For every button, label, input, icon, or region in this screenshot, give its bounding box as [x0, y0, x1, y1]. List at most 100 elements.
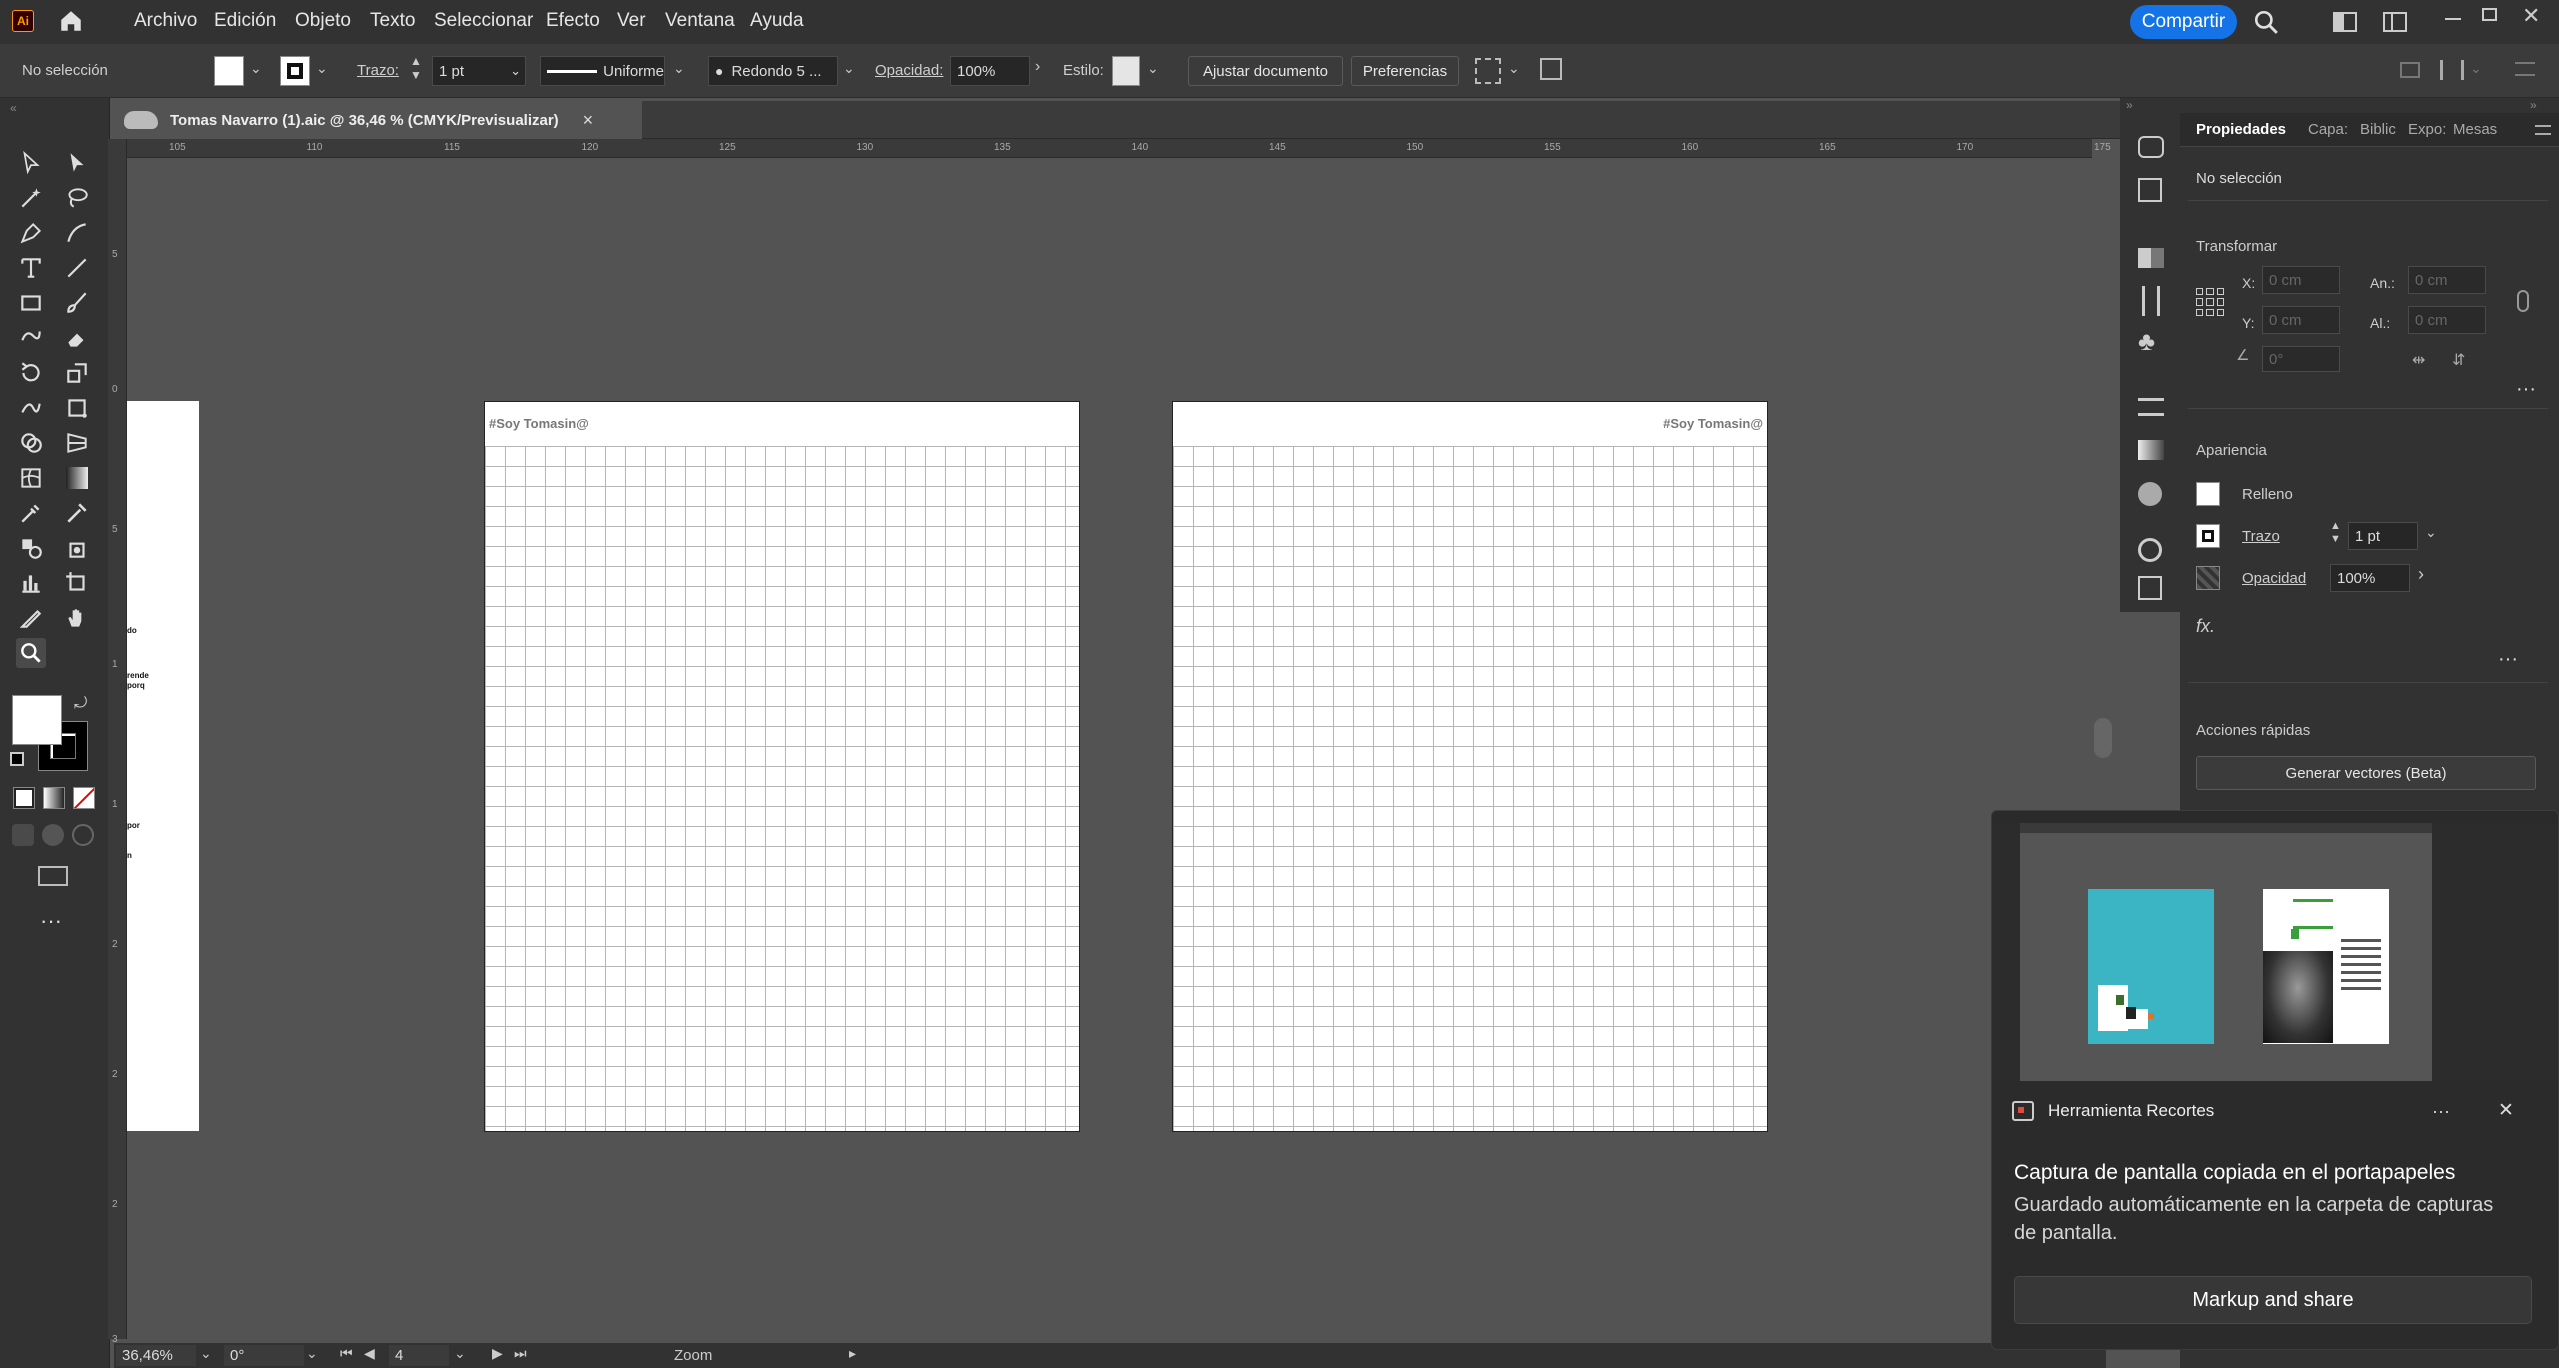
snipping-tool-notification[interactable]: Herramienta Recortes ··· ✕ Captura de pa… — [1991, 810, 2559, 1350]
draw-inside-icon[interactable] — [72, 824, 94, 846]
chevron-down-icon[interactable]: ⌄ — [316, 60, 328, 77]
tab-properties[interactable]: Propiedades — [2196, 121, 2286, 138]
artboard-number-field[interactable]: 4 — [389, 1345, 449, 1366]
eraser-icon[interactable] — [62, 323, 92, 353]
tab-layers[interactable]: Capa: — [2308, 121, 2348, 138]
selection-tool-icon[interactable] — [16, 148, 46, 178]
zoom-tool-icon[interactable] — [16, 638, 46, 668]
lasso-icon[interactable] — [62, 183, 92, 213]
toast-close-icon[interactable]: ✕ — [2498, 1099, 2514, 1122]
tab-artboards[interactable]: Mesas — [2453, 121, 2497, 138]
last-artboard-icon[interactable]: ⏭ — [514, 1345, 527, 1362]
more-tools-icon[interactable]: ··· — [40, 908, 62, 934]
rotate-tool-icon[interactable] — [16, 358, 46, 388]
chevron-down-icon[interactable]: ⌄ — [454, 1345, 466, 1362]
stroke-panel-icon[interactable] — [2138, 398, 2164, 416]
swap-colors-icon[interactable]: ⤾ — [74, 695, 87, 713]
width-field[interactable]: 0 cm — [2408, 266, 2486, 294]
angle-field[interactable]: 0° — [2262, 346, 2340, 372]
brush-field[interactable]: ● Redondo 5 ... — [708, 56, 838, 86]
slice-tool-icon[interactable] — [16, 603, 46, 633]
gradient-mode-icon[interactable] — [43, 787, 65, 809]
fx-label[interactable]: fx. — [2196, 616, 2215, 637]
transparency-panel-icon[interactable] — [2138, 482, 2162, 506]
libraries-panel-icon[interactable] — [2138, 178, 2162, 202]
panel-menu-icon[interactable] — [2535, 125, 2551, 135]
document-tab[interactable]: Tomas Navarro (1).aic @ 36,46 % (CMYK/Pr… — [114, 101, 642, 139]
screenshot-thumbnail[interactable] — [1992, 811, 2558, 1081]
draw-normal-icon[interactable] — [12, 824, 34, 846]
symbols-panel-icon[interactable]: ♣ — [2138, 326, 2155, 357]
constrain-proportions-icon[interactable] — [2517, 290, 2529, 312]
first-artboard-icon[interactable]: ⏮ — [340, 1345, 353, 1362]
menu-ver[interactable]: Ver — [617, 10, 646, 32]
generate-vectors-button[interactable]: Generar vectores (Beta) — [2196, 756, 2536, 790]
chevron-down-icon[interactable]: ⌄ — [250, 60, 262, 77]
type-tool-icon[interactable] — [16, 253, 46, 283]
warp-tool-icon[interactable] — [16, 393, 46, 423]
transform-options-icon[interactable] — [1475, 58, 1501, 84]
distribute-icon[interactable] — [2440, 60, 2464, 80]
menu-seleccionar[interactable]: Seleccionar — [434, 10, 533, 32]
style-swatch[interactable] — [1112, 56, 1140, 86]
artboard-left[interactable]: #Soy Tomasin@ — [484, 401, 1080, 1132]
chevron-down-icon[interactable]: ⌄ — [843, 60, 855, 77]
preferences-button[interactable]: Preferencias — [1351, 56, 1459, 86]
vertical-scrollbar-thumb[interactable] — [2094, 718, 2112, 758]
panel-collapse-icon[interactable]: » — [2530, 98, 2537, 112]
hand-tool-icon[interactable] — [62, 603, 92, 633]
more-options-icon[interactable]: ··· — [2498, 648, 2518, 671]
menu-archivo[interactable]: Archivo — [134, 10, 197, 32]
partial-artboard[interactable]: do rende porq por n — [127, 401, 199, 1131]
chevron-down-icon[interactable]: ⌄ — [2425, 524, 2437, 541]
color-mode-icon[interactable] — [13, 787, 35, 809]
color-picker-icon[interactable] — [62, 498, 92, 528]
x-field[interactable]: 0 cm — [2262, 266, 2340, 294]
fill-swatch-panel[interactable] — [2196, 482, 2220, 506]
align-icon[interactable] — [2400, 62, 2420, 78]
magic-wand-icon[interactable] — [16, 183, 46, 213]
workspace-switcher-icon[interactable] — [2333, 12, 2357, 32]
paintbrush-icon[interactable] — [62, 288, 92, 318]
swatches-panel-icon[interactable] — [2138, 248, 2164, 268]
previous-artboard-icon[interactable]: ◀ — [364, 1345, 375, 1362]
blend-tool-icon[interactable] — [16, 533, 46, 563]
chevron-right-icon[interactable]: ▸ — [849, 1345, 856, 1362]
more-options-icon[interactable]: ··· — [2516, 378, 2536, 401]
tab-export[interactable]: Expo: — [2408, 121, 2446, 138]
graphic-styles-panel-icon[interactable] — [2138, 576, 2162, 600]
vertical-ruler[interactable]: 5 0 5 1 1 2 2 2 3 — [108, 139, 127, 1345]
opacity-panel-field[interactable]: 100% — [2330, 564, 2410, 592]
artboard-tool-icon[interactable] — [62, 568, 92, 598]
arrange-documents-icon[interactable] — [2383, 12, 2407, 32]
stroke-swatch-panel[interactable] — [2196, 524, 2220, 548]
shaper-tool-icon[interactable] — [16, 323, 46, 353]
flip-horizontal-icon[interactable]: ⇹ — [2412, 350, 2425, 370]
stroke-swatch[interactable] — [280, 56, 310, 86]
gradient-tool-icon[interactable] — [62, 463, 92, 493]
stepper-icon[interactable]: ▲ ▼ — [2330, 520, 2341, 546]
chevron-down-icon[interactable]: ⌄ — [1147, 60, 1159, 77]
chevron-down-icon[interactable]: ⌄ — [200, 1345, 212, 1362]
perspective-grid-icon[interactable] — [62, 428, 92, 458]
maximize-icon[interactable] — [2482, 8, 2497, 21]
stroke-weight-panel-field[interactable]: 1 pt — [2348, 522, 2418, 550]
curvature-tool-icon[interactable] — [62, 218, 92, 248]
chevron-down-icon[interactable]: ⌄ — [306, 1345, 318, 1362]
chevron-down-icon[interactable]: ⌄ — [2470, 60, 2482, 77]
stroke-label[interactable]: Trazo: — [357, 62, 399, 79]
panel-menu-icon[interactable] — [2515, 62, 2535, 76]
opacity-label-panel[interactable]: Opacidad — [2242, 570, 2306, 587]
chevron-down-icon[interactable]: ⌄ — [673, 60, 685, 77]
minimize-icon[interactable] — [2445, 18, 2461, 20]
default-colors-icon[interactable] — [10, 752, 24, 766]
menu-ayuda[interactable]: Ayuda — [750, 10, 804, 32]
opacity-swatch-panel[interactable] — [2196, 566, 2220, 590]
brushes-panel-icon[interactable] — [2142, 286, 2160, 316]
symbol-sprayer-icon[interactable] — [62, 533, 92, 563]
zoom-level-field[interactable]: 36,46% — [116, 1345, 196, 1366]
graph-tool-icon[interactable] — [16, 568, 46, 598]
opacity-label[interactable]: Opacidad: — [875, 62, 943, 79]
menu-objeto[interactable]: Objeto — [295, 10, 351, 32]
chevron-down-icon[interactable]: ⌄ — [1508, 60, 1520, 77]
